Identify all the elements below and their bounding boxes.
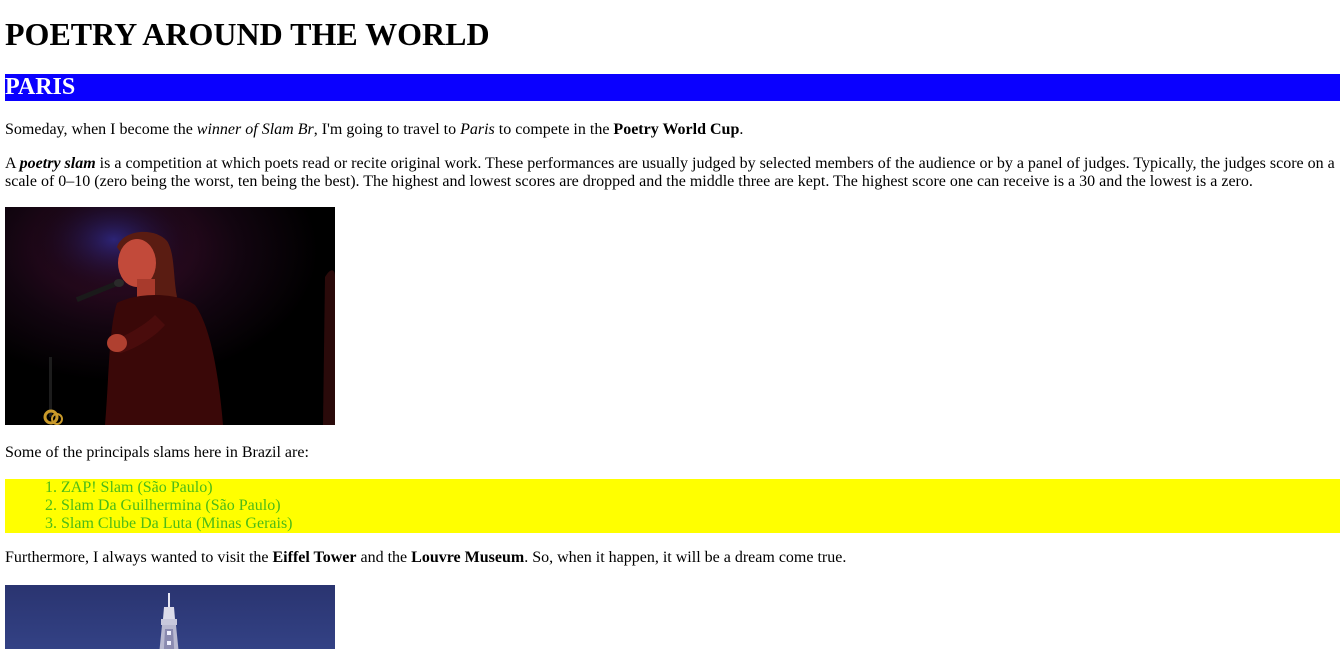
eiffel-tower-photo-graphic (5, 585, 335, 649)
definition-paragraph: A poetry slam is a competition at which … (5, 155, 1340, 191)
list-item-number: 3. (45, 515, 57, 532)
definition-text-1: A (5, 155, 20, 172)
list-item-number: 1. (45, 479, 57, 496)
intro-emphasis-winner: winner of Slam Br (196, 121, 314, 138)
definition-text-2: is a competition at which poets read or … (5, 155, 1335, 190)
performer-photo-graphic (5, 207, 335, 425)
eiffel-tower-photo (5, 585, 335, 649)
outro-paragraph: Furthermore, I always wanted to visit th… (5, 549, 1340, 567)
list-item-label: Slam Da Guilhermina (São Paulo) (61, 497, 281, 514)
page: POETRY AROUND THE WORLD PARIS Someday, w… (0, 0, 1340, 649)
intro-paragraph: Someday, when I become the winner of Sla… (5, 121, 1340, 139)
intro-emphasis-paris: Paris (460, 121, 495, 138)
intro-text-1: Someday, when I become the (5, 121, 197, 138)
list-item: 3. Slam Clube Da Luta (Minas Gerais) (45, 515, 1340, 533)
outro-text-1: Furthermore, I always wanted to visit th… (5, 549, 273, 566)
definition-term: poetry slam (19, 155, 96, 172)
intro-text-3: to compete in the (494, 121, 614, 138)
intro-strong-cup: Poetry World Cup (613, 121, 740, 138)
city-heading: PARIS (5, 74, 1340, 101)
intro-text-2: , I'm going to travel to (313, 121, 461, 138)
list-item: 1. ZAP! Slam (São Paulo) (45, 479, 1340, 497)
list-item-label: Slam Clube Da Luta (Minas Gerais) (61, 515, 293, 532)
list-item-label: ZAP! Slam (São Paulo) (61, 479, 213, 496)
slam-list: 1. ZAP! Slam (São Paulo) 2. Slam Da Guil… (5, 479, 1340, 533)
intro-text-4: . (739, 121, 744, 138)
page-title: POETRY AROUND THE WORLD (5, 16, 490, 52)
outro-text-2: and the (356, 549, 412, 566)
outro-strong-tower: Eiffel Tower (272, 549, 357, 566)
outro-strong-louvre: Louvre Museum (411, 549, 525, 566)
list-item: 2. Slam Da Guilhermina (São Paulo) (45, 497, 1340, 515)
outro-text-3: . So, when it happen, it will be a dream… (524, 549, 847, 566)
list-item-number: 2. (45, 497, 57, 514)
performer-photo (5, 207, 335, 425)
slams-intro: Some of the principals slams here in Bra… (5, 444, 309, 461)
